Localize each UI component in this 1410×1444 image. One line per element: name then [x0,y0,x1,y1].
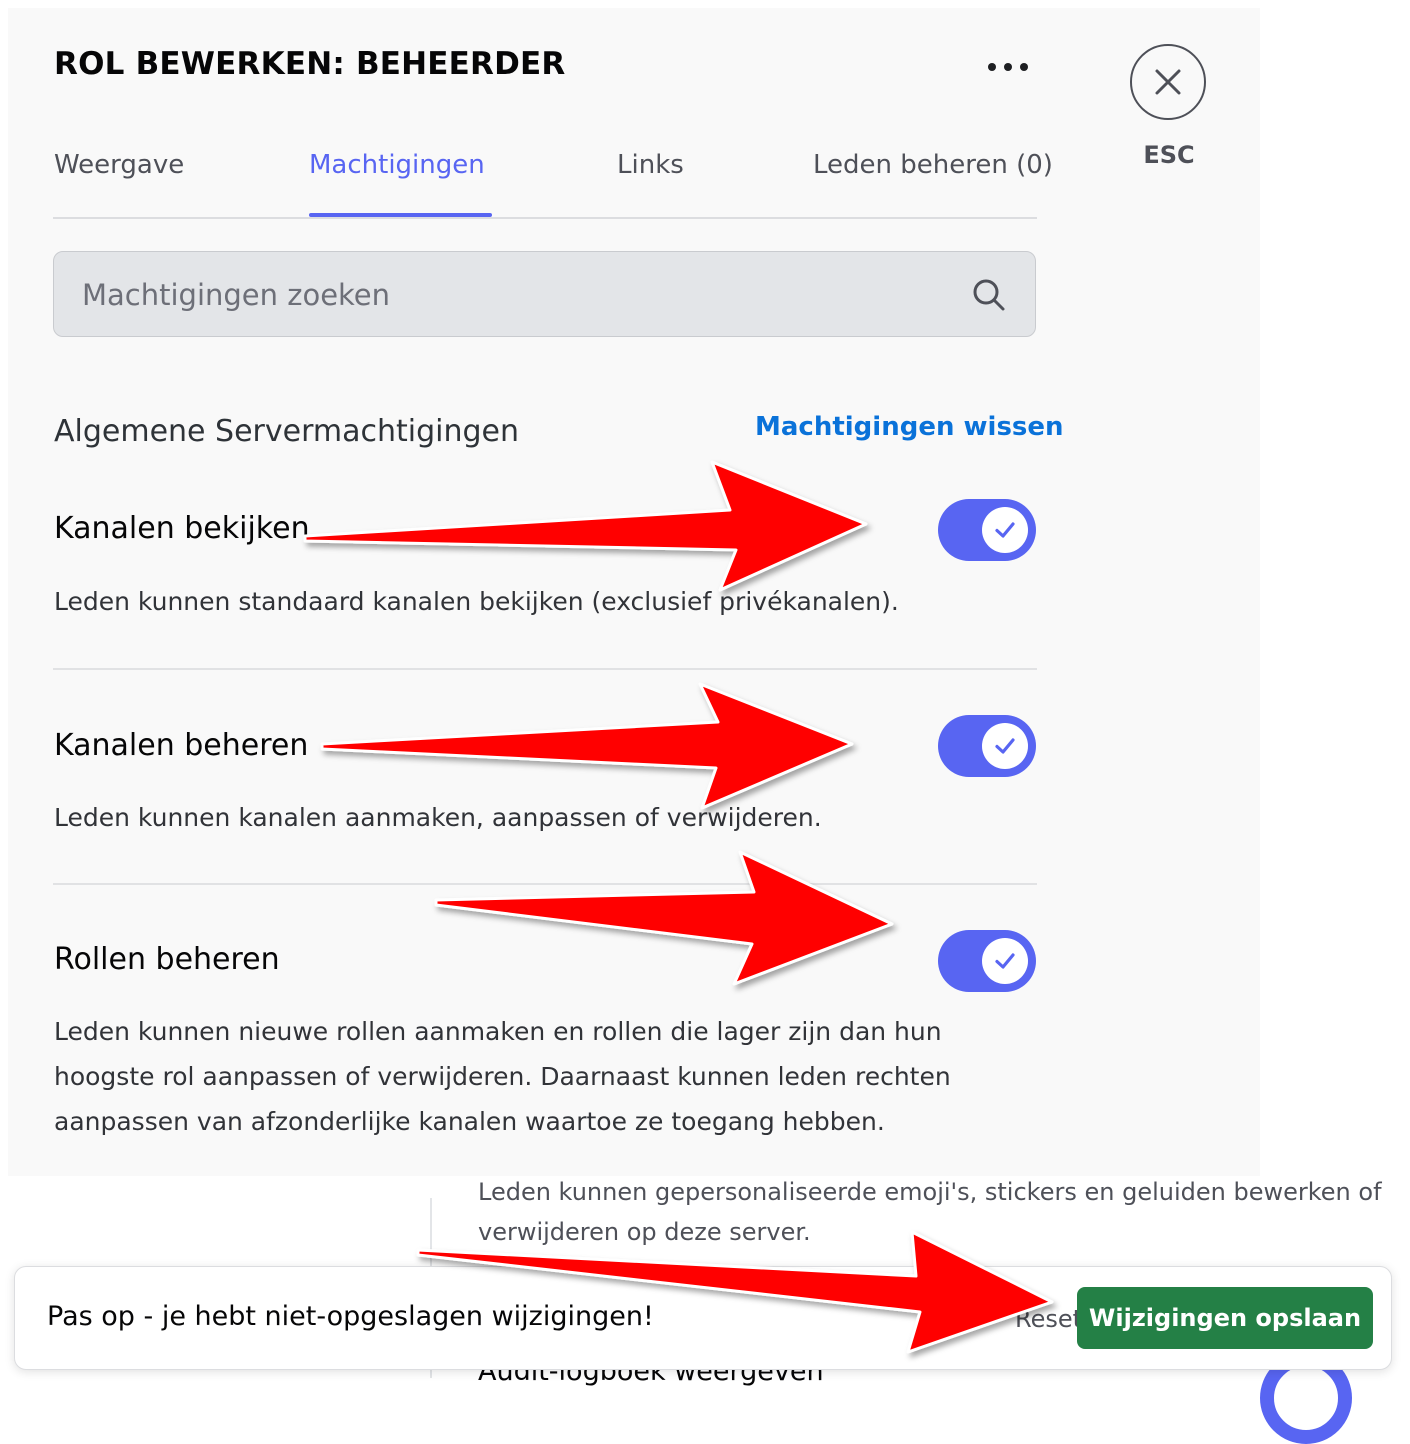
unsaved-changes-notice: Pas op - je hebt niet-opgeslagen wijzigi… [14,1266,1392,1370]
search-input[interactable] [80,252,944,338]
tabs-divider [53,217,1037,219]
toggle-knob [982,723,1028,769]
divider [53,668,1037,670]
check-icon [995,953,1015,969]
permission-description: Leden kunnen standaard kanalen bekijken … [54,587,899,616]
ellipsis-icon [988,63,996,71]
toggle-knob [982,938,1028,984]
check-icon [995,522,1015,538]
tab-links[interactable]: Links [617,150,684,180]
permission-title: Rollen beheren [54,942,280,977]
active-tab-indicator [309,213,492,217]
toggle-kanalen-bekijken[interactable] [938,499,1036,561]
more-options-button[interactable] [978,50,1038,84]
esc-label: ESC [1143,141,1195,169]
check-icon [995,738,1015,754]
permission-description-partial: Leden kunnen gepersonaliseerde emoji's, … [478,1178,1382,1206]
section-title: Algemene Servermachtigingen [54,414,520,449]
search-icon[interactable] [972,278,1006,312]
clear-permissions-link[interactable]: Machtigingen wissen [755,412,1064,442]
close-button[interactable] [1130,44,1206,120]
tab-weergave[interactable]: Weergave [54,150,184,180]
search-box [53,251,1036,338]
permission-title: Kanalen bekijken [54,511,310,546]
toggle-rollen-beheren[interactable] [938,930,1036,992]
permission-description-partial: verwijderen op deze server. [478,1218,811,1246]
close-icon [1155,69,1181,95]
tab-leden-beheren[interactable]: Leden beheren (0) [813,150,1053,180]
notice-message: Pas op - je hebt niet-opgeslagen wijzigi… [47,1301,654,1332]
divider [53,883,1037,885]
tab-machtigingen[interactable]: Machtigingen [309,150,485,180]
toggle-knob [982,507,1028,553]
save-changes-button[interactable]: Wijzigingen opslaan [1077,1287,1373,1349]
permission-title: Kanalen beheren [54,728,309,763]
page-title: ROL BEWERKEN: BEHEERDER [54,46,566,82]
toggle-kanalen-beheren[interactable] [938,715,1036,777]
permission-description: Leden kunnen kanalen aanmaken, aanpassen… [54,803,822,832]
permission-description: Leden kunnen nieuwe rollen aanmaken en r… [54,1017,951,1136]
